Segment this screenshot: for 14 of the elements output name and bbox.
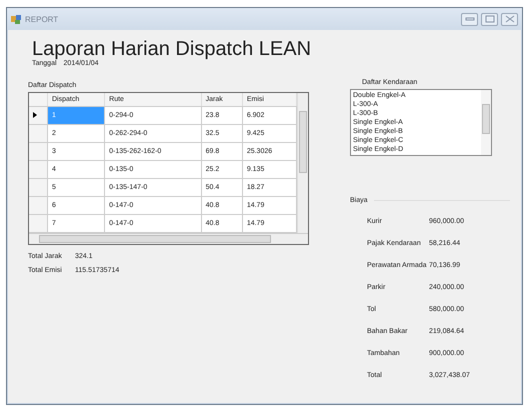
report-title: Laporan Harian Dispatch LEAN [32, 38, 312, 60]
minimize-icon [464, 16, 474, 22]
app-icon [11, 14, 21, 24]
window-title: REPORT [25, 14, 58, 24]
vertical-scrollbar[interactable] [297, 93, 308, 233]
close-icon [504, 15, 514, 23]
row-pointer-icon [33, 112, 37, 118]
vertical-scrollbar[interactable] [481, 90, 491, 155]
horizontal-scrollbar[interactable] [29, 233, 308, 244]
minimize-button[interactable] [461, 12, 478, 26]
close-button[interactable] [501, 12, 518, 26]
maximize-icon [484, 15, 494, 23]
maximize-button[interactable] [481, 12, 498, 26]
row-header[interactable] [29, 106, 48, 124]
